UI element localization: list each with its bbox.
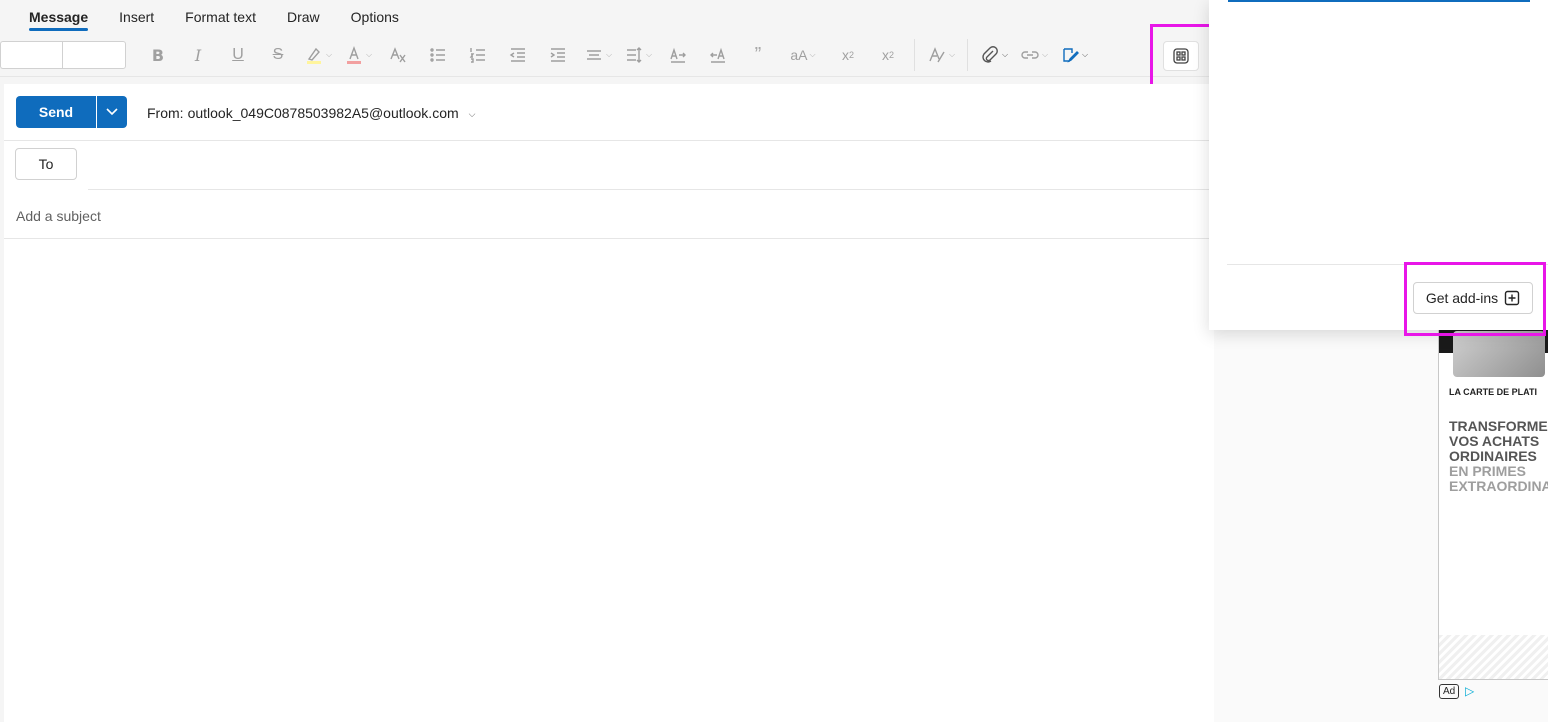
underline-icon[interactable]: U	[218, 39, 258, 71]
bullets-icon[interactable]	[418, 39, 458, 71]
increase-indent-icon[interactable]	[538, 39, 578, 71]
compose-pane: Send From: outlook_049C0878503982A5@outlo…	[4, 84, 1214, 722]
chevron-down-icon: ⌵	[468, 108, 476, 119]
tab-insert[interactable]: Insert	[119, 0, 154, 34]
toolbar-divider	[967, 39, 968, 71]
styles-icon[interactable]: ⌵	[921, 39, 961, 71]
subscript-icon[interactable]: x2	[828, 39, 868, 71]
italic-icon[interactable]: I	[178, 39, 218, 71]
get-addins-highlight	[1404, 262, 1546, 336]
font-size-select[interactable]	[62, 41, 126, 69]
card-image	[1453, 331, 1545, 377]
send-options-button[interactable]	[97, 96, 127, 128]
ad-headline: TRANSFORME VOS ACHATS ORDINAIRES EN PRIM…	[1449, 418, 1548, 494]
ad-card-text: LA CARTE DE PLATI	[1449, 387, 1537, 397]
signature-icon[interactable]: ⌵	[1054, 39, 1094, 71]
format-toolbar: B I U S ⌵ ⌵ ⌵ ⌵ ” aA ⌵ x 2 x 2 ⌵ ⌵ ⌵ ⌵	[0, 34, 1210, 77]
quote-icon[interactable]: ”	[738, 39, 778, 71]
from-address: outlook_049C0878503982A5@outlook.com	[187, 105, 459, 121]
font-family-select[interactable]	[0, 41, 62, 69]
change-case-icon[interactable]: aA ⌵	[778, 39, 828, 71]
ad-watermark	[1439, 635, 1548, 679]
bold-icon[interactable]: B	[138, 39, 178, 71]
tab-draw[interactable]: Draw	[287, 0, 320, 34]
ribbon-tabs: Message Insert Format text Draw Options	[0, 0, 1210, 34]
attach-icon[interactable]: ⌵	[974, 39, 1014, 71]
from-label: From:	[147, 105, 184, 121]
decrease-indent-icon[interactable]	[498, 39, 538, 71]
clear-format-icon[interactable]	[378, 39, 418, 71]
tab-format-text[interactable]: Format text	[185, 0, 256, 34]
strikethrough-icon[interactable]: S	[258, 39, 298, 71]
tab-message[interactable]: Message	[29, 0, 89, 34]
font-color-icon[interactable]: ⌵	[338, 39, 378, 71]
rtl-icon[interactable]	[698, 39, 738, 71]
subject-input[interactable]: Add a subject	[16, 208, 101, 224]
ltr-icon[interactable]	[658, 39, 698, 71]
from-selector[interactable]: From: outlook_049C0878503982A5@outlook.co…	[147, 105, 475, 121]
tab-options[interactable]: Options	[351, 0, 399, 34]
adchoices-icon[interactable]: ▷	[1465, 684, 1474, 698]
to-button[interactable]: To	[15, 148, 77, 180]
superscript-icon[interactable]: x2	[868, 39, 908, 71]
highlight-icon[interactable]: ⌵	[298, 39, 338, 71]
divider	[4, 140, 1214, 141]
numbering-icon[interactable]	[458, 39, 498, 71]
advertisement[interactable]: LA CARTE DE PLATI TRANSFORME VOS ACHATS …	[1438, 322, 1548, 680]
link-icon[interactable]: ⌵	[1014, 39, 1054, 71]
divider	[88, 189, 1214, 190]
ad-badge: Ad	[1439, 684, 1460, 699]
toolbar-divider	[914, 39, 915, 71]
panel-accent-line	[1228, 0, 1530, 2]
send-button[interactable]: Send	[16, 96, 96, 128]
chevron-down-icon	[106, 108, 118, 116]
outlook-compose-window: Message Insert Format text Draw Options …	[0, 0, 1548, 722]
message-body[interactable]	[4, 240, 1214, 720]
spacing-icon[interactable]: ⌵	[618, 39, 658, 71]
align-icon[interactable]: ⌵	[578, 39, 618, 71]
divider	[4, 238, 1214, 239]
